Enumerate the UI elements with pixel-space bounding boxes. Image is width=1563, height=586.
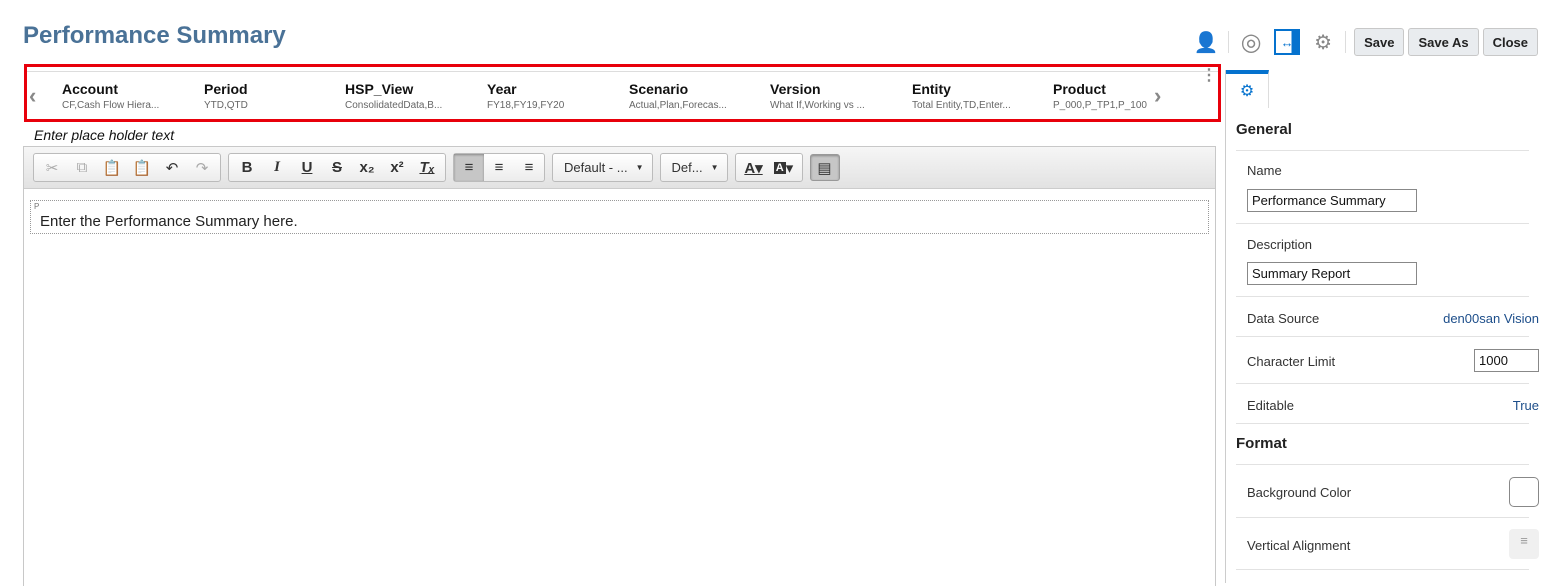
- italic-icon[interactable]: I: [262, 154, 292, 181]
- pov-dimension-year[interactable]: Year FY18,FY19,FY20: [487, 81, 564, 111]
- save-as-button[interactable]: Save As: [1408, 28, 1479, 56]
- copy-icon[interactable]: ⧉: [67, 154, 97, 181]
- character-limit-input[interactable]: 1000: [1474, 349, 1539, 372]
- placeholder-text: Enter place holder text: [34, 127, 175, 143]
- chevron-left-icon[interactable]: ‹: [29, 83, 36, 109]
- paste-text-icon[interactable]: 📋: [127, 154, 157, 181]
- underline-icon[interactable]: U: [292, 154, 322, 181]
- pov-dimension-scenario[interactable]: Scenario Actual,Plan,Forecas...: [629, 81, 727, 111]
- chevron-right-icon[interactable]: ›: [1154, 83, 1161, 109]
- pov-dimension-entity[interactable]: Entity Total Entity,TD,Enter...: [912, 81, 1011, 111]
- paste-icon[interactable]: 📋: [97, 154, 127, 181]
- save-button[interactable]: Save: [1354, 28, 1405, 56]
- tab-properties[interactable]: ⚙: [1226, 70, 1269, 108]
- page-title: Performance Summary: [23, 22, 286, 49]
- pov-dimension-account[interactable]: Account CF,Cash Flow Hiera...: [62, 81, 159, 111]
- name-input[interactable]: Performance Summary: [1247, 189, 1417, 212]
- pov-dimension-version[interactable]: Version What If,Working vs ...: [770, 81, 865, 111]
- source-view-icon[interactable]: ▤: [809, 154, 840, 181]
- fit-width-icon[interactable]: ↔: [1274, 29, 1301, 55]
- align-left-icon[interactable]: ≡: [454, 154, 484, 181]
- align-right-icon[interactable]: ≡: [514, 154, 544, 181]
- section-general: General: [1236, 121, 1292, 138]
- name-label: Name: [1247, 163, 1282, 178]
- pov-dimension-hsp-view[interactable]: HSP_View ConsolidatedData,B...: [345, 81, 442, 111]
- caret-down-icon: ▼: [710, 163, 719, 172]
- character-limit-label: Character Limit: [1247, 354, 1336, 369]
- editable-label: Editable: [1247, 398, 1294, 413]
- background-color-label: Background Color: [1247, 485, 1352, 500]
- close-button[interactable]: Close: [1482, 28, 1538, 56]
- divider: [1228, 31, 1230, 53]
- data-source-label: Data Source: [1247, 311, 1320, 326]
- undo-icon[interactable]: ↶: [157, 154, 187, 181]
- data-source-value: den00san Vision: [1443, 311, 1539, 326]
- bold-icon[interactable]: B: [232, 154, 262, 181]
- editor-toolbar: ✂ ⧉ 📋 📋 ↶ ↷ B I U S x₂ x² Tₓ ≡ ≡ ≡ Defau…: [24, 147, 1215, 189]
- editor-text[interactable]: Enter the Performance Summary here.: [40, 213, 298, 230]
- gears-icon: ⚙: [1239, 83, 1255, 100]
- subscript-icon[interactable]: x₂: [352, 154, 382, 181]
- properties-panel: ⚙ General Name Performance Summary Descri…: [1225, 70, 1563, 583]
- font-family-dropdown[interactable]: Default - ... ▼: [552, 153, 653, 182]
- description-input[interactable]: Summary Report: [1247, 262, 1417, 285]
- superscript-icon[interactable]: x²: [382, 154, 412, 181]
- user-help-icon[interactable]: 👤: [1193, 29, 1219, 55]
- section-format: Format: [1236, 435, 1287, 452]
- divider: [1345, 31, 1347, 53]
- target-icon[interactable]: ◎: [1238, 29, 1264, 56]
- remove-format-icon[interactable]: Tₓ: [412, 154, 442, 181]
- editor-content[interactable]: P Enter the Performance Summary here.: [30, 200, 1209, 234]
- caret-down-icon: ▼: [635, 163, 644, 172]
- description-label: Description: [1247, 237, 1313, 252]
- background-color-icon[interactable]: A ▾: [769, 154, 799, 181]
- block-tag-label: P: [34, 202, 40, 211]
- vertical-align-icon[interactable]: ≡: [1509, 529, 1539, 559]
- rich-text-editor: ✂ ⧉ 📋 📋 ↶ ↷ B I U S x₂ x² Tₓ ≡ ≡ ≡ Defau…: [23, 146, 1216, 586]
- align-center-icon[interactable]: ≡: [484, 154, 514, 181]
- cut-icon[interactable]: ✂: [37, 154, 67, 181]
- pov-dimension-period[interactable]: Period YTD,QTD: [204, 81, 248, 111]
- text-color-icon[interactable]: A▾: [739, 154, 769, 181]
- gear-icon[interactable]: ⚙: [1310, 29, 1336, 55]
- font-size-dropdown[interactable]: Def... ▼: [659, 153, 728, 182]
- redo-icon[interactable]: ↷: [187, 154, 217, 181]
- more-vertical-icon[interactable]: ⋮: [1201, 68, 1217, 84]
- vertical-alignment-label: Vertical Alignment: [1247, 538, 1351, 553]
- pov-dimension-product[interactable]: Product P_000,P_TP1,P_100: [1053, 81, 1147, 111]
- background-color-swatch[interactable]: [1509, 477, 1539, 507]
- pov-bar: ‹ Account CF,Cash Flow Hiera... Period YTD…: [24, 64, 1221, 122]
- strikethrough-icon[interactable]: S: [322, 154, 352, 181]
- editable-value: True: [1512, 398, 1539, 413]
